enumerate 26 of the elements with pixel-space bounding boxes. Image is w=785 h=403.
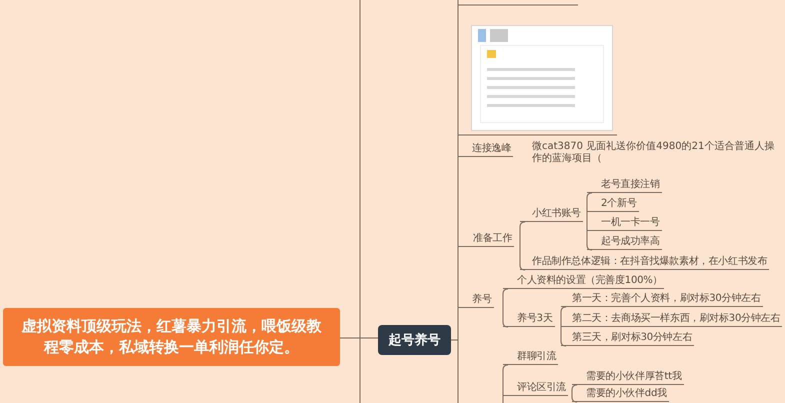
branch-connector — [502, 288, 508, 328]
node-label[interactable]: 2个新号 — [587, 197, 639, 212]
node-label[interactable]: 起号成功率高 — [587, 235, 662, 250]
node-label[interactable]: 养号3天 — [503, 312, 555, 327]
node-label[interactable]: 老号直接注销 — [587, 178, 662, 193]
node-label[interactable]: 群聊引流 — [503, 350, 558, 365]
node-label[interactable]: 一机一卡一号 — [587, 216, 662, 231]
node-label[interactable]: 评论区引流 — [503, 381, 568, 396]
node-label[interactable]: 连接逸峰 — [458, 142, 514, 157]
node-label[interactable]: 第三天，刷对标30分钟左右 — [561, 331, 694, 346]
node-label[interactable]: 微cat3870 见面礼送你价值4980的21个适合普通人操作的蓝海项目（ — [532, 141, 782, 165]
node-label[interactable]: 养号 — [458, 293, 494, 308]
branch-connector — [572, 384, 578, 402]
branch-connector — [586, 192, 592, 250]
node-label[interactable]: 小红书账号 — [520, 207, 584, 222]
main-topic[interactable]: 起号养号 — [378, 325, 451, 355]
node-label[interactable]: 准备工作 — [458, 232, 514, 247]
node-label[interactable]: 第二天：去商场买一样东西，刷对标30分钟左右 — [561, 312, 782, 327]
node-label[interactable]: 个人资料的设置（完善度100%） — [503, 274, 664, 289]
node-label[interactable]: 作品制作总体逻辑：在抖音找爆款素材，在小红书发布 — [520, 255, 770, 270]
branch-connector — [520, 222, 526, 270]
branch-connector — [502, 364, 508, 403]
branch-connector — [560, 306, 566, 346]
node-label[interactable]: 第一天：完善个人资料，刷对标30分钟左右 — [561, 292, 763, 307]
node-label[interactable]: 需要的小伙伴厚苔tt我 — [572, 370, 684, 385]
node-label[interactable]: 需要的小伙伴dd我 — [572, 387, 669, 402]
